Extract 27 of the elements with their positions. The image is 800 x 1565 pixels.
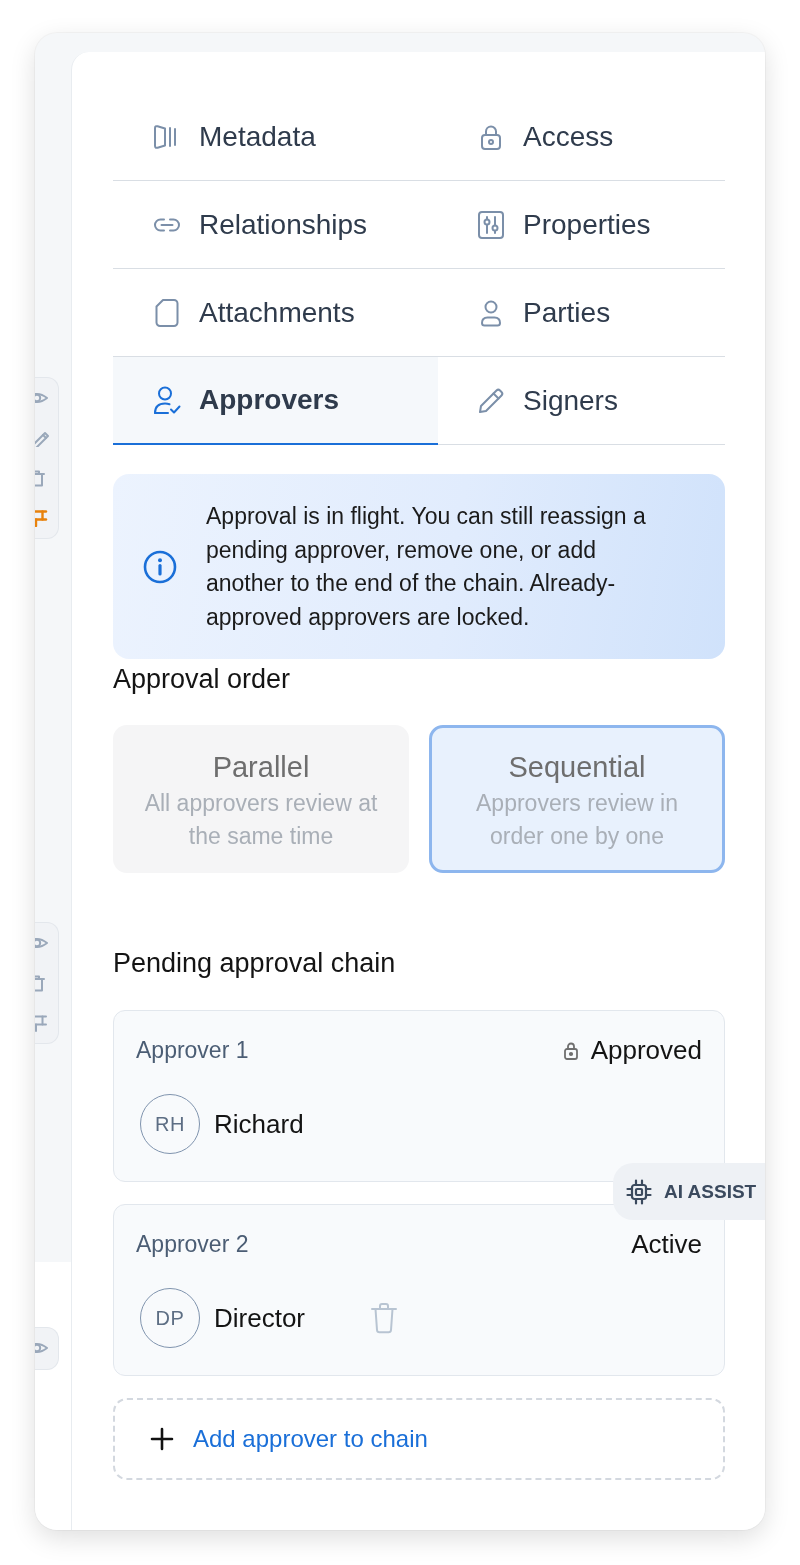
pin-icon[interactable]: [35, 1014, 49, 1032]
chip-icon: [625, 1177, 653, 1206]
tab[interactable]: Properties: [438, 181, 725, 269]
tab[interactable]: Relationships: [113, 181, 438, 269]
section-heading: Pending approval chain: [113, 947, 397, 980]
info-text: Approval is in flight. You can still reassign a pending approver, remove one, or add another to the end of the chain. Already-approved approvers are locked.: [206, 502, 647, 632]
person-check-icon: [151, 384, 183, 416]
add-approver-button[interactable]: Add approver to chain: [113, 1398, 725, 1480]
section-heading: Approval order: [113, 663, 292, 696]
approver-label: Approver 1: [136, 1036, 249, 1064]
status-label: Active: [631, 1229, 702, 1259]
tab[interactable]: Signers: [438, 357, 725, 445]
approver-label: Approver 2: [136, 1230, 249, 1258]
approver-name: Richard: [214, 1108, 304, 1140]
info-icon: [143, 550, 177, 584]
pencil-icon[interactable]: [35, 429, 49, 447]
tab[interactable]: Approvers: [113, 357, 438, 445]
plus-icon: [150, 1427, 174, 1451]
trash-icon[interactable]: [369, 1301, 399, 1335]
pin-icon[interactable]: [35, 509, 49, 527]
ai-assist-button[interactable]: AI ASSIST: [613, 1163, 765, 1220]
tab[interactable]: Access: [438, 93, 725, 181]
sliders-icon: [475, 208, 507, 241]
approver-name: Director: [214, 1302, 305, 1334]
tab[interactable]: Metadata: [113, 93, 438, 181]
tab[interactable]: Parties: [438, 269, 725, 357]
status-label: Approved: [590, 1035, 702, 1065]
